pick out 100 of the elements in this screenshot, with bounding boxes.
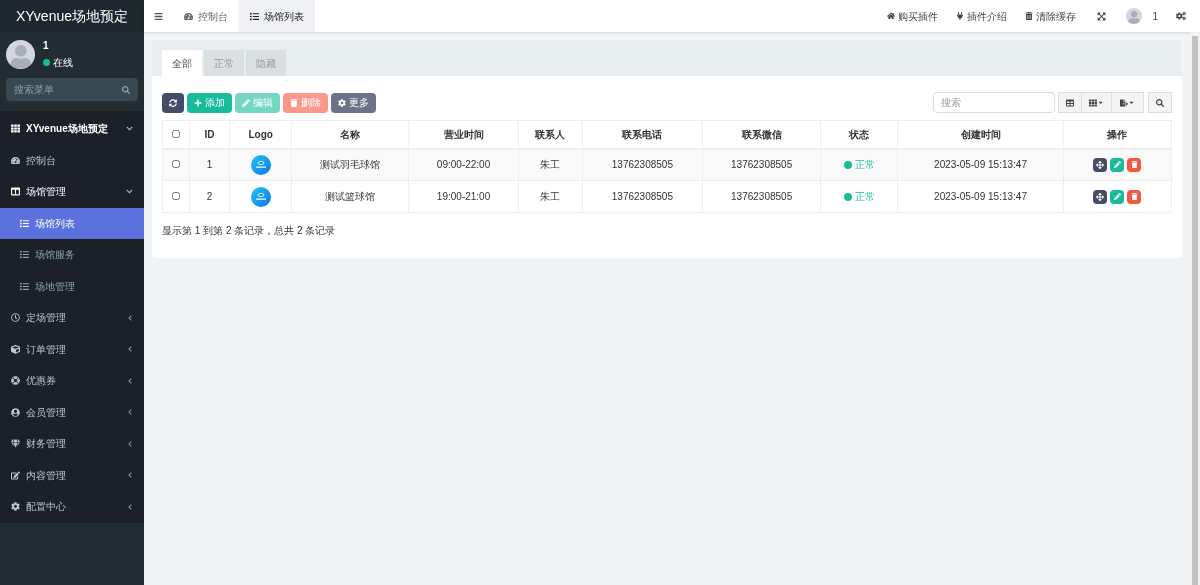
filter-tab[interactable]: 全部 — [162, 50, 202, 76]
clock-icon — [11, 313, 20, 323]
column-header[interactable]: Logo — [229, 120, 292, 149]
column-header[interactable]: 联系微信 — [702, 120, 821, 149]
submenu-item[interactable]: 场馆列表 — [0, 207, 144, 239]
table-cell: 朱工 — [518, 180, 583, 213]
refresh-button[interactable] — [162, 92, 184, 113]
menu-search-field[interactable]: 搜索菜单 — [6, 78, 138, 101]
top-link[interactable]: 插件介绍 — [947, 8, 1017, 24]
gem-icon — [11, 439, 20, 449]
menu-header[interactable]: XYvenue场地预定 — [0, 113, 144, 145]
search-button[interactable] — [1148, 92, 1172, 113]
dashboard-icon — [11, 155, 20, 165]
more-button[interactable]: 更多 — [331, 92, 376, 113]
table-cell: 2 — [189, 180, 230, 213]
status-text: 正常 — [854, 190, 875, 204]
row-checkbox[interactable] — [172, 192, 180, 200]
dashboard-icon — [184, 11, 193, 21]
column-header[interactable]: 创建时间 — [897, 120, 1064, 149]
menu-item[interactable]: 定场管理 — [0, 302, 144, 334]
logo-icon — [250, 154, 271, 175]
columns-icon — [11, 187, 20, 197]
column-header[interactable]: 操作 — [1063, 120, 1172, 149]
trash-icon — [1130, 161, 1138, 169]
user-icon — [11, 407, 20, 417]
columns-button[interactable] — [1082, 92, 1112, 113]
submenu-item[interactable]: 场地管理 — [0, 270, 144, 302]
gear-icon — [338, 98, 346, 107]
trash-icon — [1130, 193, 1138, 200]
table-cell: 13762308505 — [582, 180, 703, 213]
menu-item[interactable]: 场馆管理 — [0, 176, 144, 208]
pagination-info: 显示第 1 到第 2 条记录，总共 2 条记录 — [162, 224, 337, 238]
trash-icon — [1025, 12, 1034, 20]
column-header[interactable]: 状态 — [820, 120, 898, 149]
menu-item[interactable]: 控制台 — [0, 144, 144, 176]
move-icon — [1096, 192, 1105, 201]
toggle-view-button[interactable] — [1058, 92, 1082, 113]
list-icon — [250, 11, 259, 21]
pencil-icon — [242, 98, 250, 107]
grid-icon — [1089, 98, 1097, 107]
edit-icon — [11, 470, 20, 480]
nav-tab[interactable]: 场馆列表 — [239, 0, 315, 32]
trash-icon — [290, 98, 298, 107]
table-cell: 2023-05-09 15:13:47 — [897, 148, 1064, 181]
table-cell: 2023-05-09 15:13:47 — [897, 180, 1064, 213]
table-cell: 测试羽毛球馆 — [291, 148, 409, 181]
settings-icon[interactable] — [1176, 11, 1186, 21]
drag-button[interactable] — [1093, 157, 1108, 172]
table-cell: 测试篮球馆 — [291, 180, 409, 213]
table-cell: 13762308505 — [702, 180, 821, 213]
pencil-icon — [1113, 193, 1121, 200]
table-cell: 13762308505 — [702, 148, 821, 181]
top-link[interactable]: 清除缓存 — [1016, 8, 1086, 24]
menu-item[interactable]: 订单管理 — [0, 333, 144, 365]
user-name: 1 — [43, 39, 50, 53]
lifebuoy-icon — [11, 376, 20, 386]
table-icon — [1066, 98, 1074, 107]
search-icon — [1156, 98, 1164, 107]
home-icon — [887, 12, 896, 20]
table-cell: 09:00-22:00 — [408, 148, 519, 181]
row-checkbox[interactable] — [172, 160, 180, 169]
table-cell: 13762308505 — [582, 148, 703, 181]
menu-item[interactable]: 配置中心 — [0, 491, 144, 523]
export-button[interactable] — [1112, 92, 1144, 113]
top-user-name[interactable]: 1 — [1152, 8, 1158, 24]
status-text: 正常 — [854, 158, 875, 173]
refresh-icon — [169, 98, 177, 107]
menu-item[interactable]: 会员管理 — [0, 396, 144, 428]
search-icon — [122, 85, 130, 94]
logo-icon — [250, 186, 271, 207]
scrollbar[interactable] — [1190, 32, 1200, 585]
select-all-checkbox[interactable] — [172, 129, 180, 138]
delete-row-button[interactable] — [1127, 189, 1142, 204]
top-link[interactable]: 购买插件 — [878, 8, 948, 24]
menu-item[interactable]: 内容管理 — [0, 459, 144, 491]
move-icon — [1096, 160, 1105, 169]
menu-item[interactable]: 优惠券 — [0, 365, 144, 397]
user-avatar-icon — [1126, 8, 1143, 24]
nav-tab[interactable]: 控制台 — [173, 0, 239, 32]
column-header[interactable]: ID — [189, 120, 230, 149]
plus-icon — [194, 98, 202, 107]
brand-title: XYvenue场地预定 — [0, 0, 144, 32]
column-header[interactable]: 联系人 — [518, 120, 583, 149]
drag-button[interactable] — [1093, 189, 1108, 204]
menu-item[interactable]: 财务管理 — [0, 428, 144, 460]
column-header[interactable]: 名称 — [291, 120, 409, 149]
table-search-field[interactable]: 搜索 — [933, 92, 1055, 113]
column-header[interactable]: 联系电话 — [582, 120, 703, 149]
grid-icon — [11, 124, 20, 134]
gear-icon — [11, 502, 20, 512]
table-cell: 朱工 — [518, 148, 583, 181]
list-icon — [20, 281, 29, 291]
fullscreen-icon[interactable] — [1097, 11, 1107, 21]
submenu-item[interactable]: 场馆服务 — [0, 239, 144, 271]
delete-row-button[interactable] — [1127, 157, 1142, 172]
export-icon — [1120, 98, 1128, 107]
column-header[interactable]: 营业时间 — [408, 120, 519, 149]
plug-icon — [956, 12, 965, 20]
menu-icon[interactable] — [154, 11, 163, 21]
avatar-icon — [6, 39, 35, 69]
